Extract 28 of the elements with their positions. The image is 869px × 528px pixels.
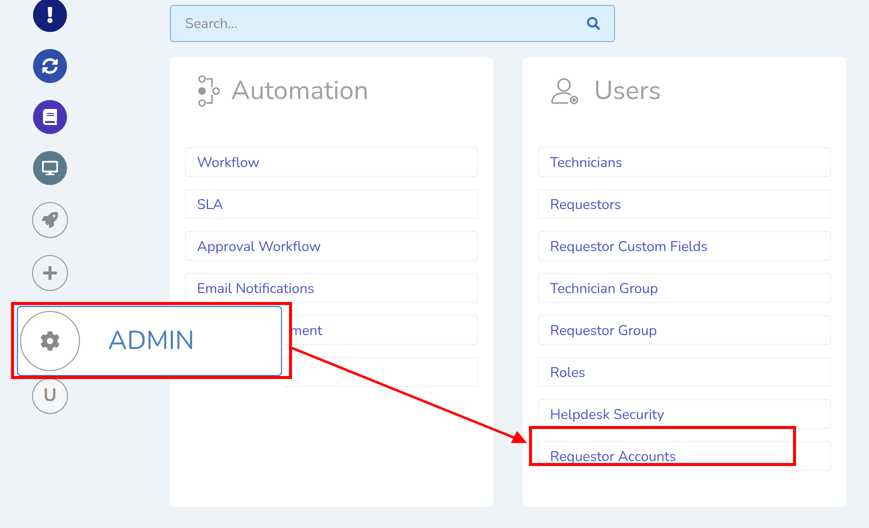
settings-link[interactable]: Roles — [538, 357, 831, 387]
settings-link[interactable]: Technician Group — [538, 273, 831, 303]
refresh-icon[interactable] — [33, 49, 67, 83]
monitor-icon[interactable] — [33, 151, 67, 185]
settings-link[interactable]: Approval Workflow — [185, 231, 478, 261]
workflow-icon — [197, 75, 221, 107]
settings-link[interactable]: Requestors — [538, 189, 831, 219]
search-icon[interactable] — [587, 17, 600, 30]
search-input[interactable]: Search... — [185, 13, 587, 34]
settings-link[interactable]: Requestor Group — [538, 315, 831, 345]
admin-label: ADMIN — [108, 322, 194, 360]
search-field[interactable]: Search... — [170, 5, 615, 42]
book-icon[interactable] — [33, 100, 67, 134]
settings-link[interactable]: Workflow — [185, 147, 478, 177]
card-title: Automation — [231, 72, 369, 110]
admin-tooltip[interactable]: ADMIN — [17, 306, 282, 376]
settings-link[interactable]: Requestor Custom Fields — [538, 231, 831, 261]
settings-link[interactable]: Technicians — [538, 147, 831, 177]
plus-icon[interactable] — [32, 255, 68, 291]
settings-link[interactable]: SLA — [185, 189, 478, 219]
settings-link[interactable]: Requestor Accounts — [538, 441, 831, 471]
gear-icon — [40, 331, 60, 351]
settings-link[interactable]: Email Notifications — [185, 273, 478, 303]
settings-link[interactable]: Helpdesk Security — [538, 399, 831, 429]
rocket-icon[interactable] — [32, 202, 68, 238]
exclamation-icon[interactable] — [33, 0, 67, 32]
card-title: Users — [594, 72, 661, 110]
settings-link[interactable] — [283, 357, 478, 387]
